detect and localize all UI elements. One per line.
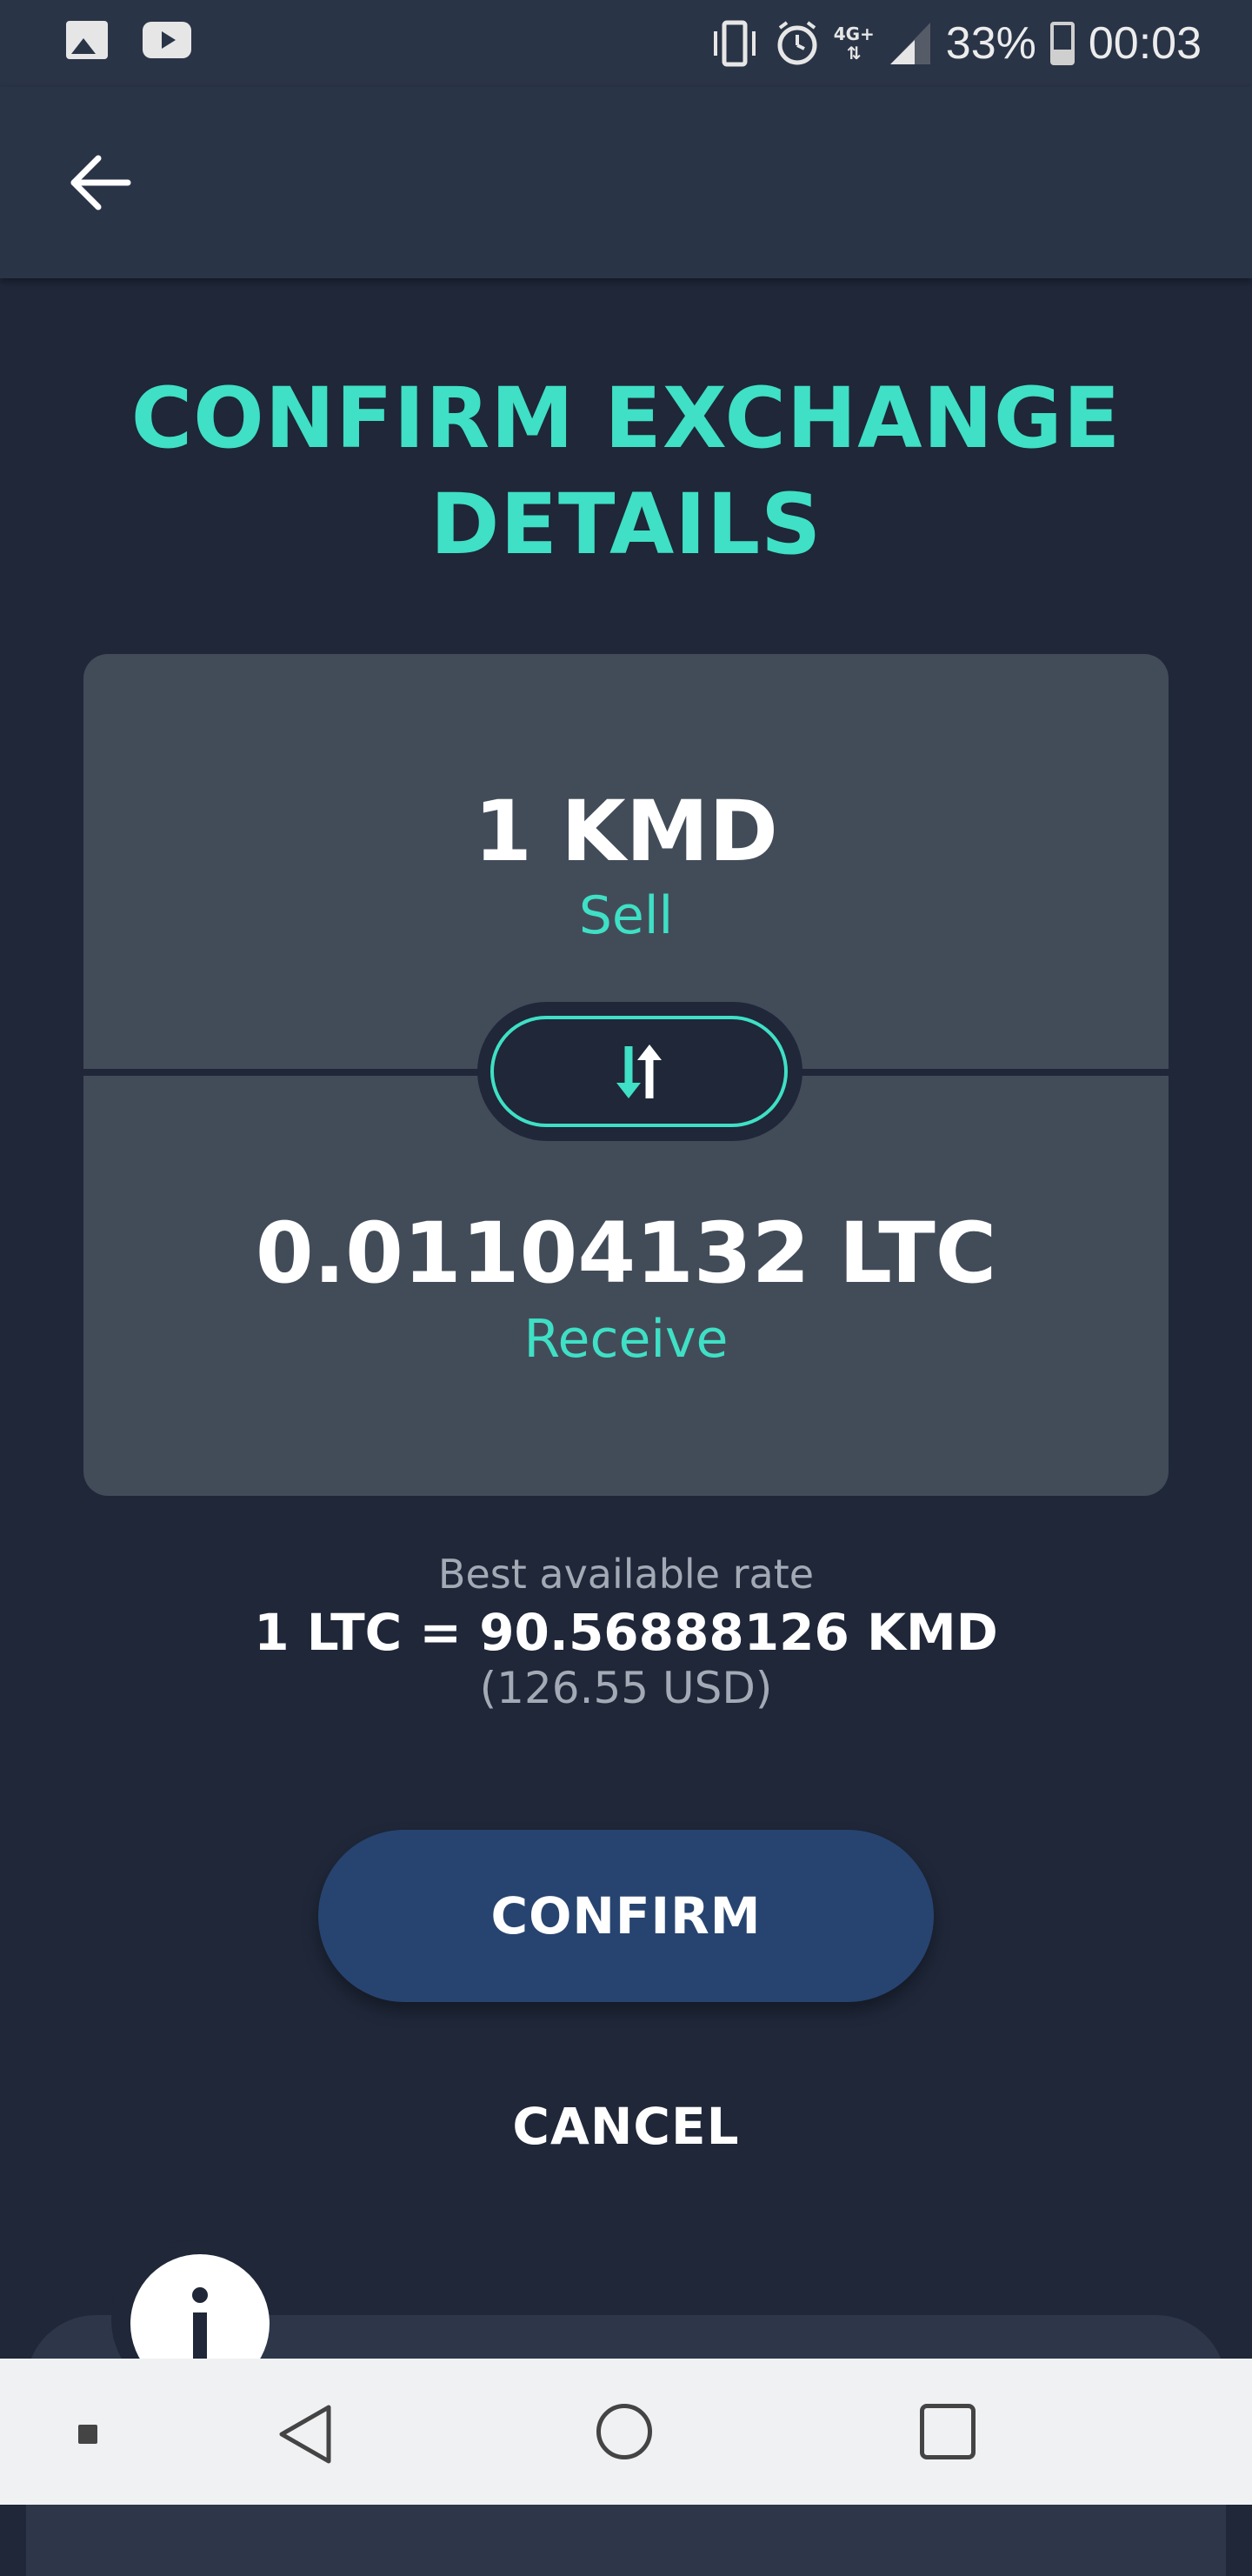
signal-icon bbox=[889, 23, 930, 64]
page-title: CONFIRM EXCHANGE DETAILS bbox=[0, 365, 1252, 577]
alarm-icon bbox=[777, 21, 817, 65]
receive-label: Receive bbox=[523, 1309, 729, 1370]
receive-amount: 0.01104132 LTC bbox=[255, 1205, 997, 1302]
image-icon bbox=[66, 21, 108, 59]
youtube-icon bbox=[143, 22, 191, 58]
swap-arrows-icon bbox=[616, 1044, 662, 1098]
nav-home-icon[interactable] bbox=[596, 2404, 652, 2459]
vibrate-icon bbox=[713, 20, 756, 67]
clock: 00:03 bbox=[1088, 18, 1202, 69]
arrow-left-icon bbox=[70, 155, 131, 210]
sell-amount: 1 KMD bbox=[474, 783, 778, 880]
info-icon bbox=[192, 2287, 208, 2361]
nav-recents-icon[interactable] bbox=[920, 2404, 976, 2459]
system-nav-bar bbox=[0, 2359, 1252, 2505]
app-bar bbox=[0, 87, 1252, 278]
swap-button[interactable] bbox=[490, 1016, 788, 1127]
confirm-button[interactable]: CONFIRM bbox=[318, 1830, 934, 2002]
sell-label: Sell bbox=[578, 885, 674, 946]
page-title-line1: CONFIRM EXCHANGE bbox=[130, 370, 1122, 467]
back-button[interactable] bbox=[52, 139, 148, 226]
status-bar: 4G+ ⇅ 33% 00:03 bbox=[0, 0, 1252, 87]
nav-indicator-icon bbox=[78, 2425, 97, 2444]
rate-usd: (126.55 USD) bbox=[479, 1663, 773, 1713]
page-title-line2: DETAILS bbox=[430, 476, 822, 573]
cancel-button[interactable]: CANCEL bbox=[452, 2087, 800, 2166]
network-4g-icon: 4G+ ⇅ bbox=[833, 23, 875, 63]
rate-value: 1 LTC = 90.56888126 KMD bbox=[254, 1603, 998, 1662]
rate-label: Best available rate bbox=[437, 1551, 815, 1598]
nav-back-icon[interactable] bbox=[276, 2404, 334, 2465]
battery-percent: 33% bbox=[945, 18, 1036, 69]
battery-icon bbox=[1049, 22, 1075, 65]
